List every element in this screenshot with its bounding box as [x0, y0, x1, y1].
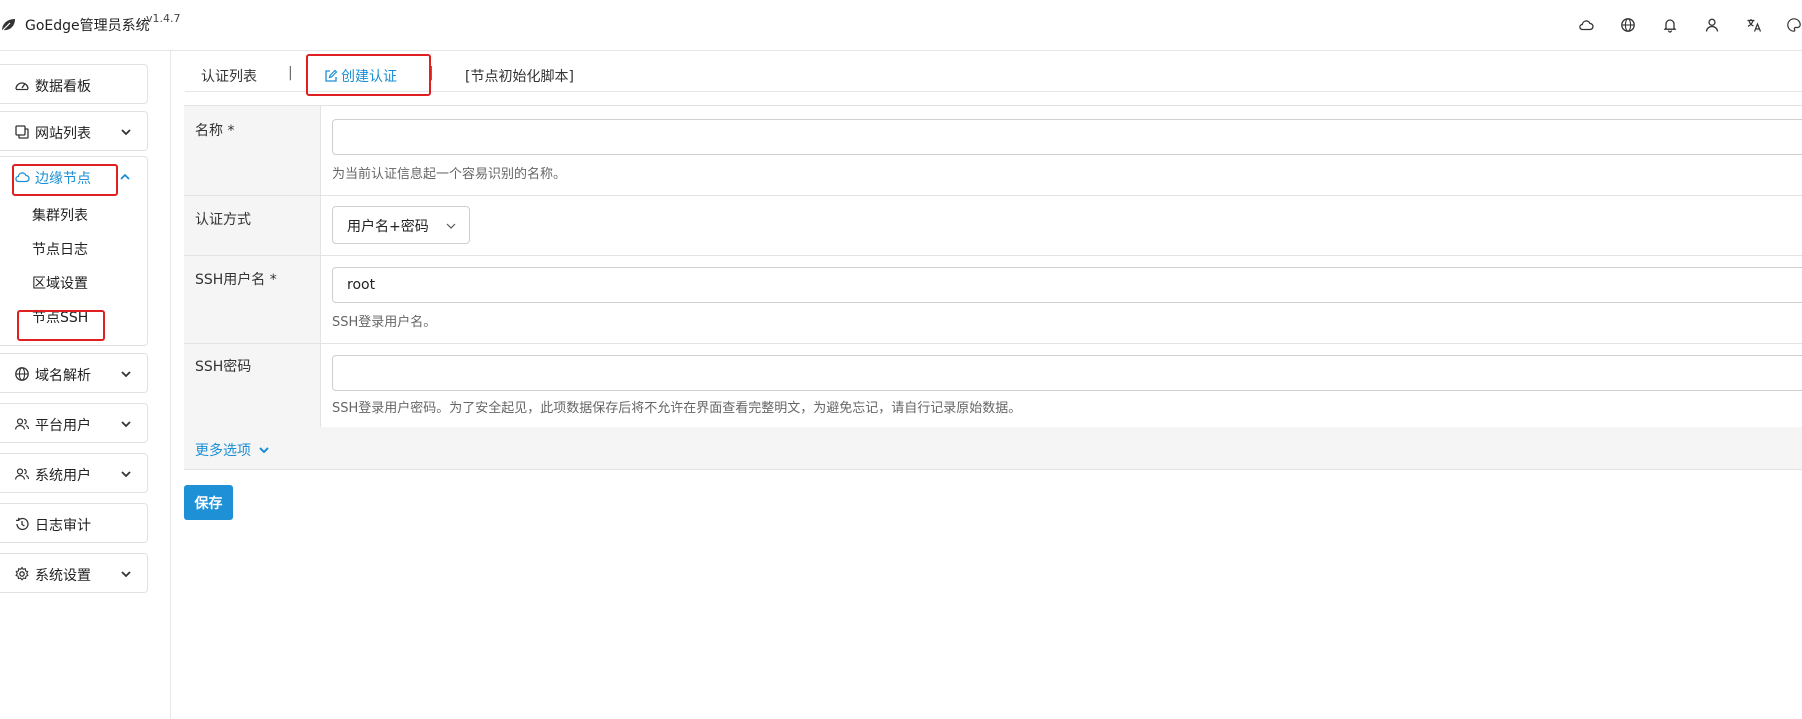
more-options-row: 更多选项 — [184, 427, 1802, 470]
gear-icon — [15, 566, 29, 581]
field-label: SSH用户名 * — [195, 272, 277, 288]
more-options-label: 更多选项 — [195, 443, 251, 459]
app-version: v1.4.7 — [146, 12, 181, 25]
auth-method-selected: 用户名+密码 — [347, 219, 429, 235]
palette-icon[interactable] — [1786, 15, 1802, 35]
sidebar-item-system-settings[interactable]: 系统设置 — [0, 553, 148, 593]
save-button[interactable]: 保存 — [184, 485, 233, 520]
history-icon — [16, 517, 29, 531]
ssh-password-input[interactable] — [332, 355, 1802, 391]
users-icon — [14, 468, 30, 480]
chevron-down-icon — [121, 371, 131, 378]
sidebar-item-system-users[interactable]: 系统用户 — [0, 453, 148, 493]
ssh-username-hint: SSH登录用户名。 — [332, 315, 437, 330]
chevron-down-icon — [121, 571, 131, 578]
sidebar-item-platform-users[interactable]: 平台用户 — [0, 403, 148, 443]
highlight-box-node-ssh — [17, 310, 105, 341]
tab-separator: | — [288, 65, 293, 81]
sidebar-item-label: 网站列表 — [35, 126, 91, 142]
sidebar-item-dns[interactable]: 域名解析 — [0, 353, 148, 393]
auth-form: 名称 * 为当前认证信息起一个容易识别的名称。 认证方式 用户名+密码 SSH用… — [184, 105, 1802, 429]
sidebar-subitem-node-logs[interactable]: 节点日志 — [32, 239, 88, 259]
translate-icon[interactable] — [1744, 15, 1764, 35]
sidebar-subitem-clusters[interactable]: 集群列表 — [32, 205, 88, 225]
field-label: 认证方式 — [195, 212, 251, 228]
sidebar-item-websites[interactable]: 网站列表 — [0, 111, 148, 151]
chevron-up-icon — [120, 173, 130, 180]
name-input[interactable] — [332, 119, 1802, 155]
users-icon — [14, 418, 30, 430]
leaf-logo-icon — [1, 19, 15, 32]
chevron-down-icon — [446, 223, 456, 229]
chevron-down-icon — [121, 129, 131, 136]
sidebar-item-label: 日志审计 — [35, 518, 91, 534]
form-row-name: 名称 * 为当前认证信息起一个容易识别的名称。 — [184, 106, 1802, 196]
sidebar-item-label: 平台用户 — [35, 418, 91, 434]
sidebar-item-label: 系统设置 — [35, 568, 91, 584]
form-row-ssh-user: SSH用户名 * SSH登录用户名。 — [184, 256, 1802, 344]
sidebar-item-dashboard[interactable]: 数据看板 — [0, 64, 148, 104]
sidebar: 数据看板 网站列表 边缘节点 集群列表 节点日志 区域设置 节点SSH 域名解析… — [0, 51, 171, 719]
more-options-toggle[interactable]: 更多选项 — [195, 440, 270, 460]
field-label: SSH密码 — [195, 359, 252, 375]
chevron-down-icon — [121, 471, 131, 478]
bell-icon[interactable] — [1660, 15, 1680, 35]
highlight-box-create-auth — [306, 54, 431, 96]
cloud-icon[interactable] — [1576, 15, 1596, 35]
form-row-ssh-password: SSH密码 SSH登录用户密码。为了安全起见，此项数据保存后将不允许在界面查看完… — [184, 344, 1802, 429]
ssh-password-hint: SSH登录用户密码。为了安全起见，此项数据保存后将不允许在界面查看完整明文，为避… — [332, 401, 1022, 416]
auth-method-select[interactable]: 用户名+密码 — [332, 206, 470, 244]
top-icon-bar — [1576, 15, 1802, 35]
globe-icon[interactable] — [1618, 15, 1638, 35]
ssh-username-input[interactable] — [332, 267, 1802, 303]
user-icon[interactable] — [1702, 15, 1722, 35]
form-row-auth-method: 认证方式 用户名+密码 — [184, 196, 1802, 256]
tab-node-init-script[interactable]: [节点初始化脚本] — [465, 66, 574, 86]
copy-icon — [15, 125, 29, 139]
dashboard-icon — [15, 82, 29, 91]
sidebar-item-audit-logs[interactable]: 日志审计 — [0, 503, 148, 543]
sidebar-subitem-regions[interactable]: 区域设置 — [32, 273, 88, 293]
app-title: GoEdge管理员系统 — [25, 18, 150, 34]
globe-icon — [15, 367, 29, 381]
field-label: 名称 * — [195, 123, 235, 139]
tab-bar: 认证列表 | 创建认证 | [节点初始化脚本] — [185, 51, 1802, 96]
sidebar-item-label: 域名解析 — [35, 368, 91, 384]
highlight-box-edge-nodes — [12, 164, 118, 196]
chevron-down-icon — [259, 447, 270, 454]
top-bar: GoEdge管理员系统 v1.4.7 — [0, 0, 1802, 51]
sidebar-item-label: 系统用户 — [35, 468, 91, 484]
name-hint: 为当前认证信息起一个容易识别的名称。 — [332, 167, 567, 182]
sidebar-item-label: 数据看板 — [35, 79, 91, 95]
tab-auth-list[interactable]: 认证列表 — [201, 66, 257, 86]
chevron-down-icon — [121, 421, 131, 428]
